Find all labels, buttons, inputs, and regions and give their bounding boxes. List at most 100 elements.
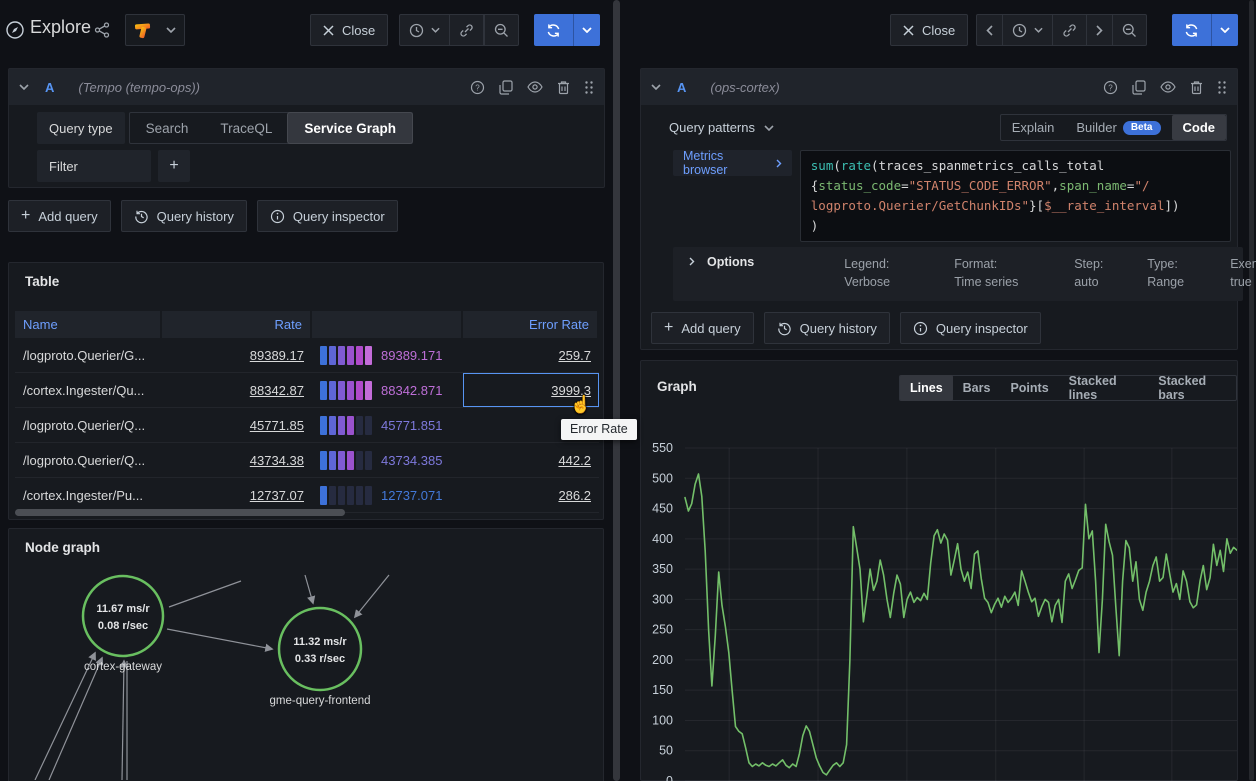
time-picker-button-right[interactable] — [1003, 15, 1053, 45]
query-options-row[interactable]: Options Legend:VerboseFormat:Time series… — [673, 247, 1243, 301]
query-ref-id[interactable]: A — [45, 80, 54, 95]
link-split-button-right[interactable] — [1053, 15, 1087, 45]
link-split-button[interactable] — [449, 15, 484, 45]
rate-link[interactable]: 45771.85 — [250, 418, 304, 433]
options-label: Options — [707, 255, 754, 269]
query-inspector-button[interactable]: Query inspector — [257, 200, 398, 232]
node-graph-node[interactable] — [83, 576, 163, 656]
zoom-out-button[interactable] — [484, 15, 518, 45]
graph-mode-stacked-lines[interactable]: Stacked lines — [1059, 375, 1149, 401]
chevron-down-icon — [764, 125, 774, 131]
datasource-picker[interactable] — [125, 14, 185, 46]
editor-mode-tabs: ExplainBuilderBetaCode — [1000, 114, 1227, 141]
query-type-option[interactable]: Service Graph — [288, 113, 412, 143]
refresh-button[interactable] — [534, 14, 573, 46]
table-column-header[interactable] — [312, 311, 463, 338]
duplicate-query-icon[interactable] — [1132, 80, 1146, 95]
query-ref-id[interactable]: A — [677, 80, 686, 95]
query-history-button[interactable]: Query history — [764, 312, 890, 344]
table-horizontal-scrollbar[interactable] — [15, 509, 345, 516]
explore-compass-icon — [5, 20, 25, 40]
led-gauge — [320, 451, 372, 470]
query-inspector-button[interactable]: Query inspector — [900, 312, 1041, 344]
cell-name: /cortex.Ingester/Pu... — [15, 478, 162, 512]
editor-tab-explain[interactable]: Explain — [1001, 115, 1066, 140]
add-query-button[interactable]: + Add query — [651, 312, 754, 344]
collapse-chevron-icon[interactable] — [651, 84, 661, 90]
time-picker-button[interactable] — [400, 15, 449, 45]
remove-query-trash-icon[interactable] — [1190, 80, 1203, 95]
disable-query-eye-icon[interactable] — [527, 81, 543, 93]
query-editor-card-right: A (ops-cortex) ? Query patterns ExplainB… — [640, 68, 1238, 350]
query-option-summary: Exemplars:true — [1230, 255, 1256, 291]
chevron-down-icon — [582, 27, 592, 33]
rate-link[interactable]: 43734.38 — [250, 453, 304, 468]
promql-query-editor[interactable]: sum(rate(traces_spanmetrics_calls_total{… — [800, 150, 1231, 242]
left-pane-scrollbar[interactable] — [613, 0, 620, 781]
refresh-button[interactable] — [1172, 14, 1211, 46]
table-column-header[interactable]: Rate — [162, 311, 312, 338]
drag-handle-icon[interactable] — [584, 80, 594, 95]
right-pane-scrollbar[interactable] — [1249, 0, 1254, 781]
time-shift-back-button[interactable] — [977, 15, 1003, 45]
graph-mode-bars[interactable]: Bars — [953, 375, 1001, 401]
query-patterns-dropdown[interactable]: Query patterns — [669, 120, 774, 135]
node-graph-canvas[interactable]: 11.67 ms/r0.08 r/seccortex-gateway11.32 … — [9, 559, 603, 780]
disable-query-eye-icon[interactable] — [1160, 81, 1176, 93]
y-axis-tick-label: 50 — [659, 744, 673, 758]
info-icon — [913, 321, 928, 336]
editor-tab-code[interactable]: Code — [1172, 115, 1227, 140]
query-type-option[interactable]: Search — [130, 113, 205, 143]
editor-tab-builder[interactable]: BuilderBeta — [1065, 115, 1171, 140]
chevron-left-icon — [986, 25, 993, 36]
code-line: sum(rate(traces_spanmetrics_calls_total — [811, 156, 1220, 176]
query-history-button[interactable]: Query history — [121, 200, 247, 232]
clock-icon — [1012, 23, 1027, 38]
remove-query-trash-icon[interactable] — [557, 80, 570, 95]
error-rate-link[interactable]: 286.2 — [558, 488, 591, 503]
table-row: /logproto.Querier/Q...43734.3843734.3854… — [15, 443, 599, 478]
run-interval-dropdown[interactable] — [573, 14, 600, 46]
y-axis-tick-label: 350 — [652, 562, 673, 576]
close-split-button[interactable]: Close — [310, 14, 388, 46]
duplicate-query-icon[interactable] — [499, 80, 513, 95]
zoom-out-icon — [494, 23, 509, 38]
chevron-down-icon — [1034, 27, 1043, 33]
rate-link[interactable]: 89389.17 — [250, 348, 304, 363]
timeseries-chart[interactable]: 550500450400350300250200150100500 — [641, 431, 1237, 781]
table-row: /logproto.Querier/Q...45771.8545771.8515… — [15, 408, 599, 443]
chevron-down-icon — [166, 27, 176, 33]
node-stat: 0.33 r/sec — [295, 653, 345, 665]
drag-handle-icon[interactable] — [1217, 80, 1227, 95]
add-filter-button[interactable]: + — [158, 150, 190, 182]
error-rate-link[interactable]: 442.2 — [558, 453, 591, 468]
help-icon[interactable]: ? — [1103, 80, 1118, 95]
help-icon[interactable]: ? — [470, 80, 485, 95]
error-rate-link[interactable]: 259.7 — [558, 348, 591, 363]
run-interval-dropdown[interactable] — [1211, 14, 1238, 46]
gauge-value: 43734.385 — [381, 453, 442, 468]
collapse-chevron-icon[interactable] — [19, 84, 29, 90]
rate-link[interactable]: 12737.07 — [250, 488, 304, 503]
node-label: cortex-gateway — [84, 661, 162, 673]
share-icon[interactable] — [94, 22, 110, 38]
zoom-out-button-right[interactable] — [1113, 15, 1146, 45]
rate-link[interactable]: 88342.87 — [250, 383, 304, 398]
table-column-header[interactable]: Name — [15, 311, 162, 338]
query-type-option[interactable]: TraceQL — [204, 113, 288, 143]
time-shift-forward-button[interactable] — [1087, 15, 1113, 45]
node-graph-node[interactable] — [279, 608, 361, 690]
query-type-label: Query type — [37, 112, 125, 144]
table-column-header[interactable]: Error Rate — [463, 311, 599, 338]
y-axis-tick-label: 150 — [652, 683, 673, 697]
node-graph-edge — [355, 575, 389, 617]
metrics-browser-button[interactable]: Metrics browser — [673, 150, 792, 176]
cell-gauge: 45771.851 — [312, 408, 463, 442]
add-query-button[interactable]: + Add query — [8, 200, 111, 232]
graph-mode-stacked-bars[interactable]: Stacked bars — [1148, 375, 1236, 401]
close-split-button-right[interactable]: Close — [890, 14, 968, 46]
graph-mode-points[interactable]: Points — [1000, 375, 1058, 401]
history-icon — [777, 321, 792, 336]
query-datasource-label: (Tempo (tempo-ops)) — [78, 80, 200, 95]
graph-mode-lines[interactable]: Lines — [900, 375, 953, 401]
